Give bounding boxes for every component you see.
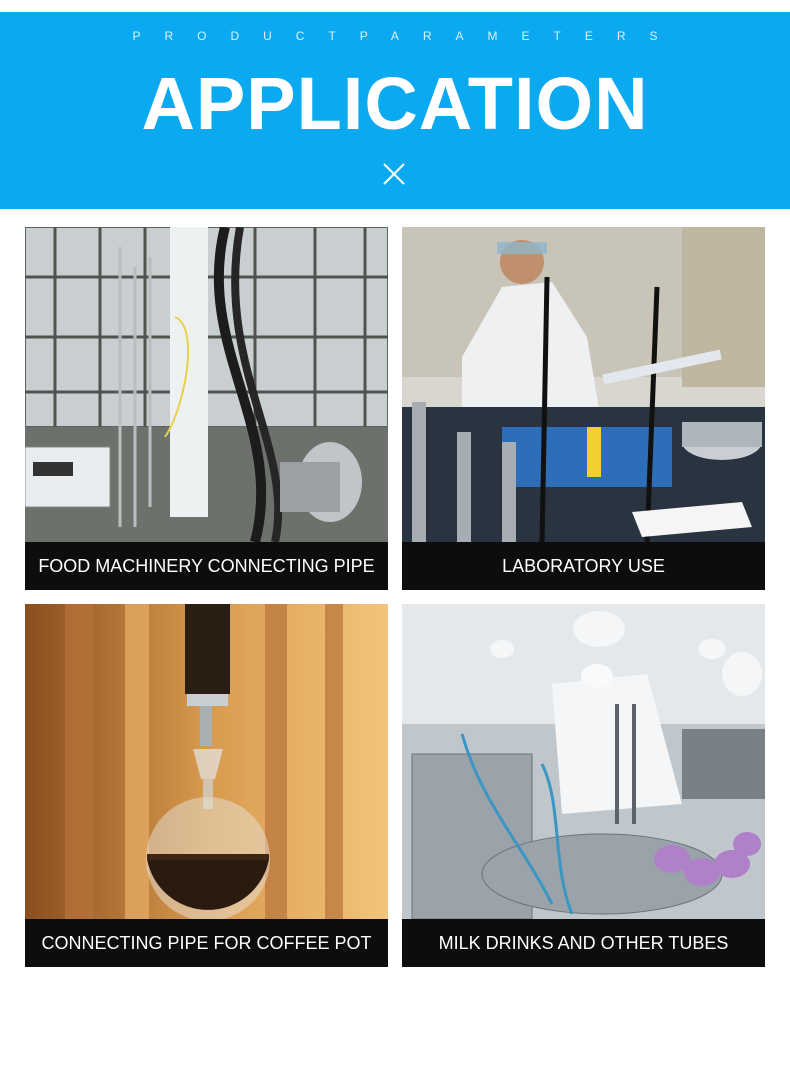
- application-caption: MILK DRINKS AND OTHER TUBES: [402, 919, 765, 967]
- food-machinery-photo: [25, 227, 388, 542]
- laboratory-photo: [402, 227, 765, 542]
- application-caption: CONNECTING PIPE FOR COFFEE POT: [25, 919, 388, 967]
- page-title: APPLICATION: [141, 62, 649, 145]
- header-banner: PRODUCTPARAMETERS APPLICATION: [0, 12, 790, 209]
- application-caption: LABORATORY USE: [402, 542, 765, 590]
- banner-subtitle: PRODUCTPARAMETERS: [132, 29, 682, 43]
- milk-drinks-photo: [402, 604, 765, 919]
- application-caption: FOOD MACHINERY CONNECTING PIPE: [25, 542, 388, 590]
- close-x-icon: [383, 163, 405, 185]
- coffee-pot-photo: [25, 604, 388, 919]
- application-card-coffee-pot: CONNECTING PIPE FOR COFFEE POT: [25, 604, 388, 967]
- application-card-laboratory: LABORATORY USE: [402, 227, 765, 590]
- application-card-milk-drinks: MILK DRINKS AND OTHER TUBES: [402, 604, 765, 967]
- application-card-food-machinery: FOOD MACHINERY CONNECTING PIPE: [25, 227, 388, 590]
